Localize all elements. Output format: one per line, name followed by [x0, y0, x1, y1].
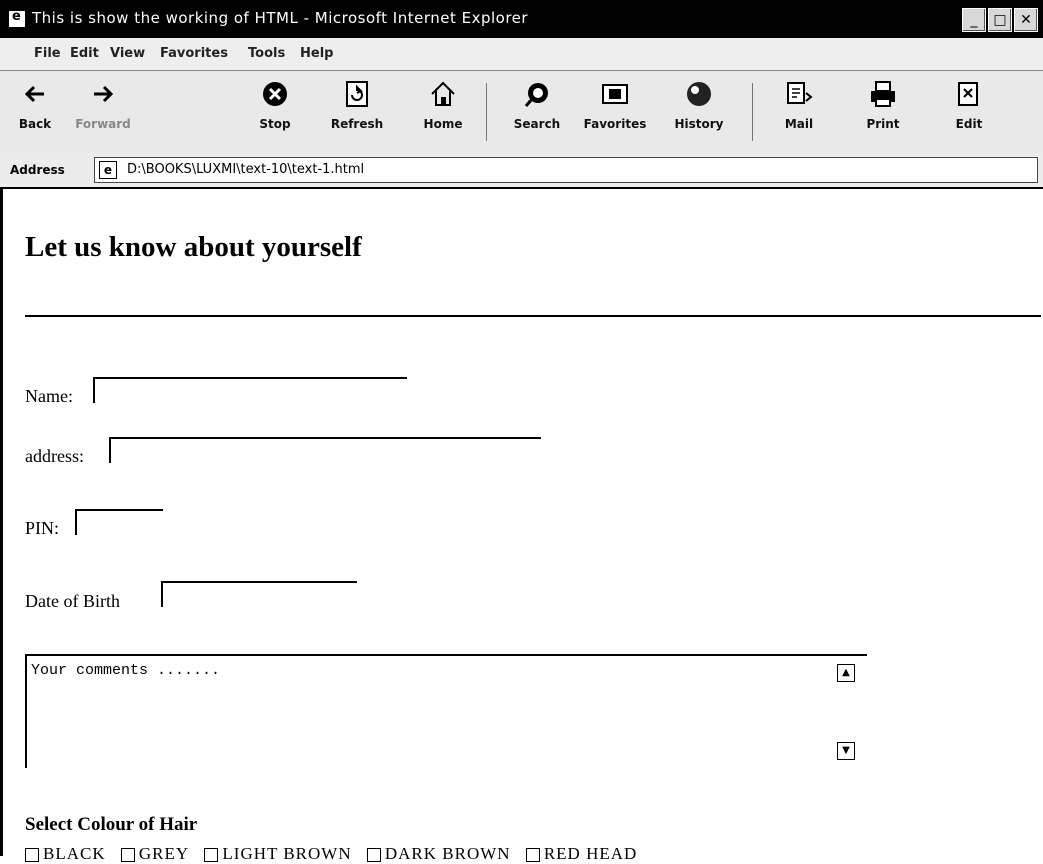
- address-input[interactable]: e D:\BOOKS\LUXMI\text-10\text-1.html: [94, 157, 1038, 183]
- address-url[interactable]: D:\BOOKS\LUXMI\text-10\text-1.html: [127, 162, 364, 177]
- minimize-button[interactable]: _: [962, 8, 986, 32]
- scroll-up-button[interactable]: ▲: [837, 664, 855, 682]
- home-icon: [431, 81, 455, 106]
- scroll-down-button[interactable]: ▼: [837, 742, 855, 760]
- pin-label: PIN:: [25, 518, 60, 538]
- menu-favorites[interactable]: Favorites: [160, 46, 228, 61]
- search-icon: [524, 83, 548, 107]
- menu-help[interactable]: Help: [300, 46, 333, 61]
- checkbox[interactable]: [25, 848, 39, 863]
- hair-option-red-head[interactable]: RED HEAD: [525, 844, 637, 863]
- address-input-field[interactable]: [109, 437, 541, 463]
- name-input[interactable]: [93, 377, 407, 403]
- toolbar: Back Forward Stop Refresh Home Search Fa…: [0, 71, 1043, 154]
- search-button[interactable]: Search: [502, 79, 572, 147]
- print-button[interactable]: Print: [848, 79, 918, 147]
- toolbar-separator: [752, 83, 753, 141]
- favorites-button[interactable]: Favorites: [580, 79, 650, 147]
- refresh-icon: [346, 81, 368, 107]
- address-label: Address: [10, 163, 65, 177]
- back-arrow-icon: [24, 85, 44, 103]
- print-icon: [871, 81, 895, 107]
- horizontal-rule: [25, 315, 1041, 317]
- menu-edit[interactable]: Edit: [70, 46, 99, 61]
- title-bar: This is show the working of HTML - Micro…: [0, 0, 1043, 38]
- favorites-icon: [602, 84, 628, 104]
- checkbox[interactable]: [204, 848, 219, 863]
- page-heading: Let us know about yourself: [25, 231, 362, 263]
- menu-bar: File Edit View Favorites Tools Help: [0, 38, 1043, 71]
- hair-colour-options: BLACK GREY LIGHT BROWN DARK BROWN RED HE…: [25, 844, 647, 864]
- comments-textarea[interactable]: Your comments ....... ▲ ▼: [25, 654, 867, 768]
- home-button[interactable]: Home: [408, 79, 478, 147]
- back-button[interactable]: Back: [0, 79, 70, 147]
- hair-colour-heading: Select Colour of Hair: [25, 814, 198, 835]
- history-icon: [687, 82, 711, 106]
- hair-option-black[interactable]: BLACK: [25, 844, 106, 863]
- page-content: Let us know about yourself Name: address…: [0, 189, 1043, 863]
- forward-button[interactable]: Forward: [68, 79, 138, 147]
- edit-icon: [958, 82, 978, 106]
- hair-option-dark-brown[interactable]: DARK BROWN: [366, 844, 511, 863]
- name-label: Name:: [25, 386, 73, 406]
- ie-app-icon[interactable]: [8, 9, 26, 28]
- checkbox[interactable]: [366, 848, 381, 863]
- comments-text: Your comments .......: [31, 662, 221, 679]
- maximize-button[interactable]: □: [988, 8, 1012, 32]
- hair-option-grey[interactable]: GREY: [120, 844, 189, 863]
- menu-tools[interactable]: Tools: [248, 46, 285, 61]
- page-icon: e: [99, 161, 117, 179]
- forward-arrow-icon: [94, 85, 114, 103]
- checkbox[interactable]: [525, 848, 540, 863]
- close-button[interactable]: ✕: [1014, 8, 1038, 32]
- history-button[interactable]: History: [664, 79, 734, 147]
- mail-icon: [787, 82, 813, 104]
- stop-icon: [263, 82, 287, 106]
- mail-button[interactable]: Mail: [764, 79, 834, 147]
- toolbar-separator: [486, 83, 487, 141]
- refresh-button[interactable]: Refresh: [322, 79, 392, 147]
- dob-input[interactable]: [161, 581, 357, 607]
- menu-file[interactable]: File: [34, 46, 61, 61]
- window-title: This is show the working of HTML - Micro…: [32, 9, 529, 27]
- edit-button[interactable]: Edit: [934, 79, 1004, 147]
- pin-input[interactable]: [75, 509, 163, 535]
- address-field-label: address:: [25, 446, 84, 466]
- menu-view[interactable]: View: [110, 46, 145, 61]
- checkbox[interactable]: [120, 848, 135, 863]
- stop-button[interactable]: Stop: [240, 79, 310, 147]
- address-bar: Address e D:\BOOKS\LUXMI\text-10\text-1.…: [0, 153, 1043, 189]
- dob-label: Date of Birth: [25, 591, 120, 611]
- hair-option-light-brown[interactable]: LIGHT BROWN: [204, 844, 351, 863]
